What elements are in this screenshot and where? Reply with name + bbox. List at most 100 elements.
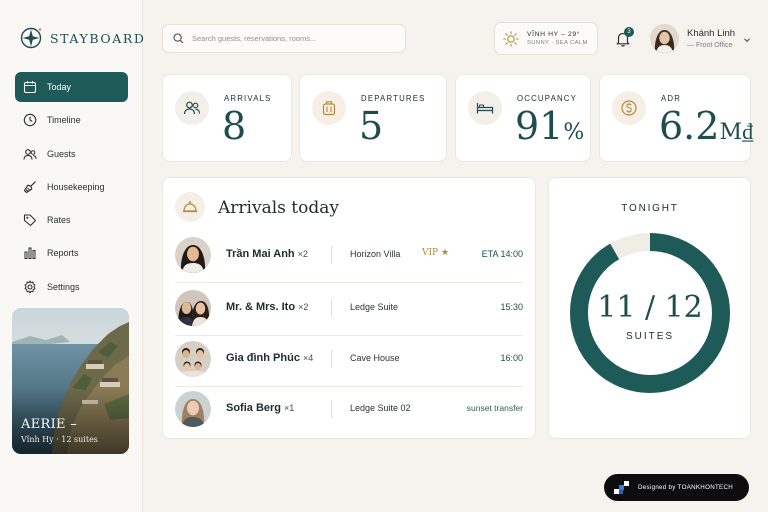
- avatar: [650, 24, 679, 53]
- arrivals-title: Arrivals today: [218, 198, 339, 218]
- stat-label: OCCUPANCY: [517, 94, 578, 103]
- pixel-logo-icon: [614, 480, 629, 494]
- guest-count: ×2: [297, 249, 308, 259]
- reception-bell-icon: [175, 192, 205, 222]
- tonight-card: TONIGHT 11 / 12 SUITES: [548, 177, 751, 439]
- stat-unit: M₫: [719, 120, 754, 145]
- occupied-suites: 11 / 12: [597, 290, 703, 325]
- search-input[interactable]: [192, 34, 392, 43]
- brand-logo[interactable]: STAYBOARD: [20, 27, 146, 49]
- designer-credit-badge[interactable]: Designed by TOANKHONTECH: [604, 474, 749, 501]
- chevron-down-icon[interactable]: [743, 36, 751, 44]
- table-row[interactable]: Trần Mai Anh ×2 Horizon Villa VIP ★ ETA 1…: [175, 234, 523, 276]
- sidebar-item-label: Reports: [47, 248, 79, 259]
- table-row[interactable]: Gia đình Phúc ×4 Cave House 16:00: [175, 338, 523, 380]
- guest-avatar: [175, 341, 211, 377]
- stat-value: 5: [359, 104, 384, 148]
- calendar-icon: [23, 81, 37, 94]
- sidebar-item-reports[interactable]: Reports: [15, 238, 128, 268]
- guest-count: ×1: [284, 403, 295, 413]
- sidebar-item-housekeeping[interactable]: Housekeeping: [15, 172, 128, 202]
- stat-value: 91%: [515, 104, 585, 148]
- stat-value: 8: [222, 104, 247, 148]
- property-promo-card[interactable]: AERIE – Vĩnh Hy · 12 suites: [12, 308, 129, 454]
- stat-label: ADR: [661, 94, 682, 103]
- sidebar-item-settings[interactable]: Settings: [15, 272, 128, 302]
- stat-label: DEPARTURES: [361, 94, 426, 103]
- search-box[interactable]: [162, 24, 406, 53]
- table-row[interactable]: Mr. & Mrs. Ito ×2 Ledge Suite 15:30: [175, 287, 523, 329]
- divider: [175, 282, 523, 283]
- guest-name: Mr. & Mrs. Ito ×2: [226, 301, 309, 313]
- stat-unit: %: [563, 120, 585, 145]
- brand-name: STAYBOARD: [50, 30, 146, 46]
- sidebar-item-label: Settings: [47, 281, 80, 292]
- search-icon: [173, 33, 184, 44]
- room-name: Horizon Villa: [350, 249, 401, 259]
- sidebar-nav: Today Timeline Guests Housekeeping Rates…: [15, 72, 128, 305]
- stat-card-occupancy[interactable]: OCCUPANCY 91%: [455, 74, 591, 162]
- tag-icon: [23, 214, 37, 227]
- eta-time: ETA 14:00: [481, 249, 523, 259]
- clock-icon: [23, 114, 37, 127]
- sidebar-item-label: Rates: [47, 215, 71, 226]
- guest-avatar: [175, 237, 211, 273]
- row-divider: [331, 299, 332, 317]
- guests-icon: [175, 91, 209, 125]
- room-name: Ledge Suite: [350, 302, 399, 312]
- bed-icon: [468, 91, 502, 125]
- weather-location: VĨNH HY – 29°: [527, 31, 581, 38]
- table-row[interactable]: Sofia Berg ×1 Ledge Suite 02 sunset trans…: [175, 388, 523, 430]
- divider: [175, 335, 523, 336]
- guest-count: ×4: [302, 353, 314, 363]
- sidebar-item-label: Timeline: [47, 115, 81, 126]
- guest-avatar: [175, 391, 211, 427]
- promo-subtitle: Vĩnh Hy · 12 suites: [21, 435, 98, 444]
- vip-badge: VIP ★: [422, 248, 450, 258]
- eta-time: 15:30: [500, 302, 523, 312]
- stat-value: 6.2M₫: [659, 104, 754, 148]
- user-role: — Front Office: [687, 42, 733, 49]
- broom-icon: [23, 180, 36, 194]
- guest-name: Sofia Berg ×1: [226, 402, 295, 414]
- sidebar: STAYBOARD Today Timeline Guests Housekee…: [0, 0, 146, 512]
- guest-name: Gia đình Phúc ×4: [226, 352, 314, 364]
- coastline-photo: [12, 308, 129, 454]
- gear-icon: [24, 280, 36, 294]
- suites-label: SUITES: [625, 331, 675, 342]
- bar-chart-icon: [24, 247, 36, 260]
- guest-name: Trần Mai Anh ×2: [226, 248, 308, 260]
- stat-card-adr[interactable]: ADR 6.2M₫: [599, 74, 754, 162]
- weather-condition: SUNNY · SEA CALM: [527, 40, 588, 46]
- notification-badge: 3: [624, 27, 634, 37]
- guest-avatar: [175, 290, 211, 326]
- divider: [175, 386, 523, 387]
- coin-icon: [612, 91, 646, 125]
- sidebar-item-rates[interactable]: Rates: [15, 205, 128, 235]
- user-menu[interactable]: Khánh Linh — Front Office: [650, 24, 735, 53]
- guest-count: ×2: [298, 302, 309, 312]
- sidebar-item-label: Today: [47, 82, 72, 92]
- sidebar-item-guests[interactable]: Guests: [15, 139, 128, 169]
- transfer-note: sunset transfer: [466, 403, 523, 413]
- sidebar-item-timeline[interactable]: Timeline: [15, 105, 128, 135]
- row-divider: [331, 400, 332, 418]
- sidebar-item-label: Housekeeping: [47, 181, 105, 192]
- user-name: Khánh Linh: [687, 28, 736, 39]
- users-icon: [23, 148, 37, 160]
- compass-icon: [20, 27, 42, 49]
- stat-card-departures[interactable]: DEPARTURES 5: [299, 74, 447, 162]
- room-name: Ledge Suite 02: [350, 403, 411, 413]
- promo-title: AERIE –: [21, 417, 78, 432]
- stat-label: ARRIVALS: [224, 94, 272, 103]
- sidebar-item-label: Guests: [47, 148, 76, 159]
- row-divider: [331, 350, 332, 368]
- arrivals-card: Arrivals today Trần Mai Anh ×2 Horizon Vi…: [162, 177, 536, 439]
- sun-icon: [503, 30, 519, 47]
- weather-widget[interactable]: VĨNH HY – 29° SUNNY · SEA CALM: [494, 22, 598, 55]
- stat-card-arrivals[interactable]: ARRIVALS 8: [162, 74, 292, 162]
- row-divider: [331, 246, 332, 264]
- credit-text: Designed by TOANKHONTECH: [638, 484, 733, 491]
- luggage-icon: [312, 91, 346, 125]
- sidebar-item-today[interactable]: Today: [15, 72, 128, 102]
